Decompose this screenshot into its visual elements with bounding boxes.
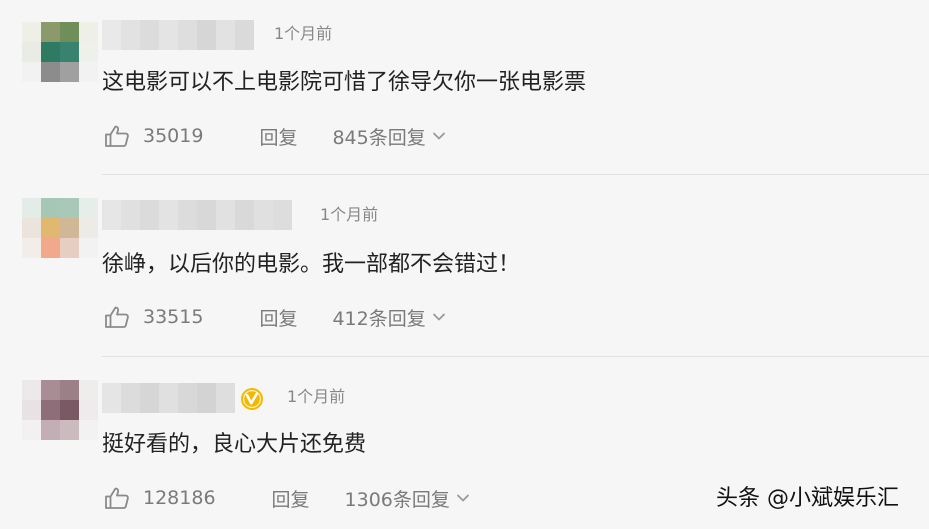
replies-count-label: 412条回复 <box>332 307 426 330</box>
comment-text: 徐峥，以后你的电影。我一部都不会错过！ <box>102 252 521 277</box>
replies-count-label: 1306条回复 <box>344 488 450 511</box>
thumbs-up-icon <box>105 306 129 328</box>
replies-count-label: 845条回复 <box>332 126 426 149</box>
like-button[interactable]: 33515 <box>104 305 203 329</box>
divider <box>102 356 929 357</box>
divider <box>102 174 929 175</box>
chevron-down-icon <box>457 494 469 502</box>
view-replies-button[interactable]: 412条回复 <box>332 304 445 331</box>
like-count: 35019 <box>143 125 204 147</box>
avatar[interactable] <box>22 380 98 440</box>
thumbs-up-icon <box>105 125 129 147</box>
like-button[interactable]: 128186 <box>104 486 216 510</box>
comment-time: 1个月前 <box>274 24 333 43</box>
verified-v-badge-icon <box>241 388 263 410</box>
view-replies-button[interactable]: 1306条回复 <box>345 485 470 512</box>
reply-button[interactable]: 回复 <box>259 304 297 331</box>
comment-text: 这电影可以不上电影院可惜了徐导欠你一张电影票 <box>102 70 587 95</box>
comment-actions: 35019 回复 845条回复 <box>104 121 446 151</box>
comment-time: 1个月前 <box>287 387 346 406</box>
reply-button[interactable]: 回复 <box>272 485 310 512</box>
avatar[interactable] <box>22 198 98 258</box>
like-count: 33515 <box>143 306 204 328</box>
avatar[interactable] <box>22 22 98 82</box>
source-watermark: 头条 @小斌娱乐汇 <box>716 486 899 511</box>
comment-time: 1个月前 <box>320 205 379 224</box>
comment-text: 挺好看的，良心大片还免费 <box>102 432 367 457</box>
username-blurred[interactable] <box>102 383 235 413</box>
comment-actions: 33515 回复 412条回复 <box>104 302 446 332</box>
thumbs-up-icon <box>105 487 129 509</box>
like-button[interactable]: 35019 <box>104 124 203 148</box>
reply-button[interactable]: 回复 <box>259 123 297 150</box>
chevron-down-icon <box>432 313 445 321</box>
comment-actions: 128186 回复 1306条回复 <box>104 483 470 513</box>
chevron-down-icon <box>432 132 445 140</box>
like-count: 128186 <box>143 487 216 509</box>
username-blurred[interactable] <box>102 20 254 50</box>
view-replies-button[interactable]: 845条回复 <box>332 123 445 150</box>
username-blurred[interactable] <box>102 200 292 230</box>
